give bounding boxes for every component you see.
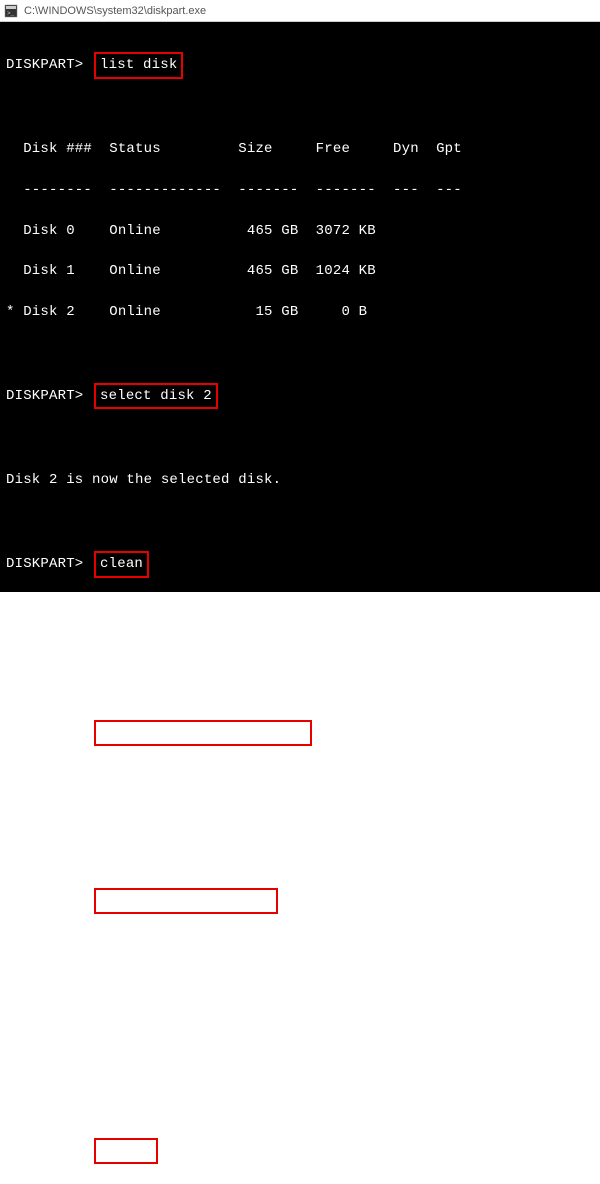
msg-disk-selected: Disk 2 is now the selected disk. (6, 470, 594, 490)
blank-line (6, 1016, 594, 1036)
prompt: DISKPART> (6, 725, 83, 741)
svg-text:>_: >_ (7, 10, 15, 17)
blank-line (6, 1097, 594, 1117)
table-header: Disk ### Status Size Free Dyn Gpt (6, 139, 594, 159)
blank-line (6, 848, 594, 868)
command-assign: assign (94, 1138, 158, 1164)
blank-line (6, 99, 594, 119)
blank-line (6, 430, 594, 450)
command-clean: clean (94, 551, 149, 577)
window-title: C:\WINDOWS\system32\diskpart.exe (24, 5, 206, 17)
blank-line (6, 598, 594, 618)
table-row: Disk 1 Online 465 GB 1024 KB (6, 261, 594, 281)
prompt: DISKPART> (6, 57, 83, 73)
msg-format-success: DiskPart successfully formatted the volu… (6, 1057, 594, 1077)
command-format: Format fs=NTFS Quick (94, 888, 278, 914)
blank-line (6, 511, 594, 531)
prompt: DISKPART> (6, 1143, 83, 1159)
blank-line (6, 679, 594, 699)
blank-line-caret (6, 935, 594, 955)
table-row: * Disk 2 Online 15 GB 0 B (6, 302, 594, 322)
terminal-output[interactable]: DISKPART> list disk Disk ### Status Size… (0, 22, 600, 592)
msg-percent-complete: 100 percent completed (6, 975, 594, 995)
app-icon: >_ (4, 4, 18, 18)
command-select-disk: select disk 2 (94, 383, 218, 409)
blank-line (6, 342, 594, 362)
table-divider: -------- ------------- ------- ------- -… (6, 180, 594, 200)
command-create-partition: create partition primary (94, 720, 312, 746)
window-titlebar[interactable]: >_ C:\WINDOWS\system32\diskpart.exe (0, 0, 600, 22)
prompt: DISKPART> (6, 556, 83, 572)
table-row: Disk 0 Online 465 GB 3072 KB (6, 221, 594, 241)
msg-partition-success: DiskPart succeeded in creating the speci… (6, 807, 594, 827)
command-list-disk: list disk (94, 52, 183, 78)
prompt: DISKPART> (6, 388, 83, 404)
blank-line (6, 766, 594, 786)
prompt: DISKPART> (6, 893, 83, 909)
msg-clean-success: DiskPart succeeded in cleaning the disk. (6, 639, 594, 659)
